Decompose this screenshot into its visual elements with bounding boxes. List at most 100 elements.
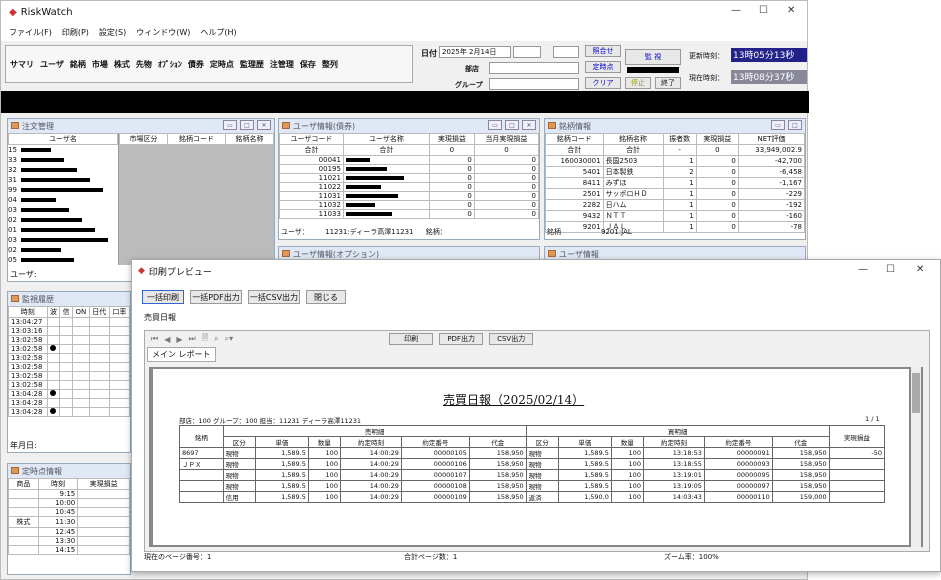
col-name[interactable]: 銘柄名称 [225, 133, 274, 145]
table-row[interactable]: 10:00 [8, 498, 130, 508]
close-icon[interactable]: ✕ [916, 264, 924, 275]
table-row[interactable]: 11022 0 0 [279, 182, 540, 192]
menu-window[interactable]: ウィンドウ(W) [136, 27, 190, 38]
tb-user[interactable]: ユーザ [40, 59, 64, 70]
col-count[interactable]: 振者数 [662, 133, 697, 145]
max-icon[interactable]: □ [240, 120, 254, 130]
col-net[interactable]: NET評価 [737, 133, 806, 145]
table-row[interactable]: 2501 サッポロＨＤ 1 0 -229 [545, 188, 806, 200]
col-product[interactable]: 商品 [8, 478, 39, 490]
col-user-name[interactable]: ユーザ名 [8, 133, 118, 145]
table-row[interactable]: 5401 日本製鉄 2 0 -6,458 [545, 166, 806, 178]
match-button[interactable]: 照合せ [585, 45, 621, 57]
prev-page-icon[interactable]: ◀ [164, 335, 170, 344]
table-row[interactable]: 11031 0 0 [279, 191, 540, 201]
menu-settings[interactable]: 設定(S) [99, 27, 126, 38]
zoom-icon[interactable]: ⌕▾ [225, 334, 234, 344]
max-icon[interactable]: □ [788, 120, 802, 130]
col-user-code[interactable]: ユーザコード [279, 133, 344, 145]
tb-order-mgmt[interactable]: 注管理 [270, 59, 294, 70]
dept-select[interactable] [489, 62, 579, 74]
timepoint-button[interactable]: 定時点 [585, 61, 621, 73]
tb-arrange[interactable]: 整列 [322, 59, 338, 70]
table-row[interactable]: 13:04:28 [8, 407, 131, 417]
tb-futures[interactable]: 先物 [136, 59, 152, 70]
tb-timepoint[interactable]: 定時点 [210, 59, 234, 70]
maximize-icon[interactable]: ☐ [886, 264, 895, 275]
min-icon[interactable]: ▭ [223, 120, 237, 130]
close-icon[interactable]: ✕ [257, 120, 271, 130]
minimize-icon[interactable]: — [731, 5, 741, 16]
tab-main-report[interactable]: メイン レポート [147, 347, 216, 362]
col-brand-code[interactable]: 銘柄コード [545, 133, 604, 145]
table-row[interactable]: 13:30 [8, 536, 130, 546]
col-rate[interactable]: 口率 [108, 306, 131, 318]
list-item[interactable]: 31 [8, 175, 118, 185]
tb-save[interactable]: 保存 [300, 59, 316, 70]
monitor-button[interactable]: 監 視 [625, 49, 681, 65]
table-row[interactable]: 8411 みずほ 1 0 -1,167 [545, 177, 806, 189]
table-row[interactable]: 9:15 [8, 489, 130, 499]
col-realized[interactable]: 実現損益 [428, 133, 475, 145]
tb-brand[interactable]: 銘柄 [70, 59, 86, 70]
table-row[interactable]: 13:03:16 [8, 326, 131, 336]
table-row[interactable]: 9432 ＮＴＴ 1 0 -160 [545, 210, 806, 222]
pdf-button[interactable]: PDF出力 [439, 333, 484, 345]
list-item[interactable]: 03 [8, 235, 118, 245]
table-row[interactable]: 10:45 [8, 507, 130, 517]
table-row[interactable]: 160030001 長国2503 1 0 -42,700 [545, 155, 806, 167]
col-code[interactable]: 銘柄コード [166, 133, 227, 145]
table-row[interactable]: 13:02:58 [8, 335, 131, 345]
last-page-icon[interactable]: ⏭ [189, 334, 196, 344]
table-row[interactable]: 13:04:27 [8, 317, 131, 327]
list-item[interactable]: 03 [8, 205, 118, 215]
table-row[interactable]: 13:04:28 [8, 398, 131, 408]
list-item[interactable]: 04 [8, 195, 118, 205]
vertical-scrollbar[interactable] [911, 367, 921, 547]
list-item[interactable]: 15 [8, 145, 118, 155]
table-row[interactable]: 13:02:58 [8, 380, 131, 390]
table-row[interactable]: 11021 0 0 [279, 173, 540, 183]
table-row[interactable]: 13:02:58 [8, 353, 131, 363]
col-brand-name[interactable]: 銘柄名称 [602, 133, 664, 145]
list-item[interactable]: 99 [8, 185, 118, 195]
group-select[interactable] [489, 78, 579, 90]
table-row[interactable]: 11033 0 0 [279, 209, 540, 219]
close-button[interactable]: 閉じる [306, 290, 346, 304]
col-wave[interactable]: 波 [46, 306, 61, 318]
col-month-realized[interactable]: 当月実現損益 [473, 133, 540, 145]
first-page-icon[interactable]: ⏮ [151, 334, 158, 344]
table-row[interactable]: 13:04:28 [8, 389, 131, 399]
date-dropdown[interactable] [513, 46, 541, 58]
tb-option[interactable]: ｵﾌﾟｼｮﾝ [158, 59, 182, 70]
end-button[interactable]: 終了 [655, 77, 681, 89]
stop-button[interactable]: 停止 [625, 77, 651, 89]
table-row[interactable]: 13:02:58 [8, 362, 131, 372]
col-day[interactable]: 日代 [88, 306, 110, 318]
menu-file[interactable]: ファイル(F) [9, 27, 52, 38]
col-user-name[interactable]: ユーザ名称 [342, 133, 430, 145]
tb-monitor-history[interactable]: 監理歴 [240, 59, 264, 70]
min-icon[interactable]: ▭ [771, 120, 785, 130]
csv-button[interactable]: CSV出力 [489, 333, 534, 345]
col-pl[interactable]: 実現損益 [77, 478, 130, 490]
tb-market[interactable]: 市場 [92, 59, 108, 70]
list-item[interactable]: 05 [8, 255, 118, 265]
list-item[interactable]: 32 [8, 165, 118, 175]
tb-stock[interactable]: 株式 [114, 59, 130, 70]
list-item[interactable]: 02 [8, 215, 118, 225]
time-stepper[interactable] [553, 46, 579, 58]
export-icon[interactable]: 🗎 [202, 332, 208, 346]
table-row[interactable]: 13:02:58 [8, 344, 131, 354]
table-row[interactable]: 11032 0 0 [279, 200, 540, 210]
table-row[interactable]: 12:45 [8, 527, 130, 537]
print-button[interactable]: 印刷 [389, 333, 434, 345]
menu-print[interactable]: 印刷(P) [62, 27, 89, 38]
table-row[interactable]: 株式 11:30 [8, 516, 130, 528]
minimize-icon[interactable]: — [858, 264, 868, 275]
next-page-icon[interactable]: ▶ [176, 335, 182, 344]
find-icon[interactable]: ⌕ [214, 334, 218, 344]
tb-bond[interactable]: 債券 [188, 59, 204, 70]
batch-csv-button[interactable]: 一括CSV出力 [248, 290, 300, 304]
table-row[interactable]: 14:15 [8, 545, 130, 555]
